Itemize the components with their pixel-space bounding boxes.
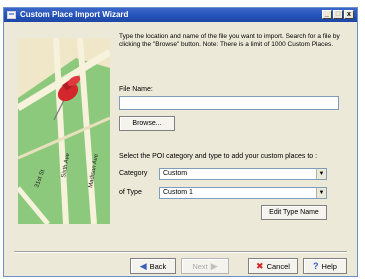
back-button[interactable]: ◀ Back <box>130 258 176 274</box>
cancel-button[interactable]: ✖ Cancel <box>248 258 298 274</box>
file-name-label: File Name: <box>119 86 153 93</box>
type-value: Custom 1 <box>163 189 193 196</box>
type-select[interactable]: Custom 1 ▼ <box>159 187 327 199</box>
next-button: Next ▶ <box>181 258 229 274</box>
footer-divider <box>14 251 347 253</box>
wizard-window: Custom Place Import Wizard _ □ x 31st St… <box>3 7 358 277</box>
cancel-x-icon: ✖ <box>256 260 264 271</box>
category-label: Category <box>119 170 148 177</box>
type-label: of Type <box>119 189 142 196</box>
edit-type-name-button[interactable]: Edit Type Name <box>261 205 327 220</box>
close-button[interactable]: x <box>344 10 354 19</box>
next-arrow-icon: ▶ <box>210 260 218 271</box>
chevron-down-icon[interactable]: ▼ <box>316 188 326 198</box>
back-arrow-icon: ◀ <box>139 260 147 271</box>
instructions-text: Type the location and name of the file y… <box>119 33 340 48</box>
help-question-icon: ? <box>313 260 319 271</box>
app-icon <box>7 11 16 19</box>
window-title: Custom Place Import Wizard <box>20 10 129 19</box>
file-name-input[interactable] <box>119 96 339 110</box>
next-label: Next <box>192 261 208 271</box>
category-value: Custom <box>163 170 188 177</box>
poi-prompt: Select the POI category and type to add … <box>119 153 318 160</box>
maximize-button: □ <box>333 10 343 19</box>
category-select[interactable]: Custom ▼ <box>159 168 327 180</box>
back-label: Back <box>149 261 167 271</box>
chevron-down-icon[interactable]: ▼ <box>316 169 326 179</box>
map-illustration: 31st St Sixth Ave Madison Ave <box>18 38 110 224</box>
help-button[interactable]: ? Help <box>303 258 347 274</box>
cancel-label: Cancel <box>266 261 290 271</box>
title-bar[interactable]: Custom Place Import Wizard _ □ x <box>4 8 357 22</box>
minimize-button[interactable]: _ <box>322 10 332 19</box>
browse-button[interactable]: Browse... <box>119 116 175 131</box>
help-label: Help <box>321 261 337 271</box>
